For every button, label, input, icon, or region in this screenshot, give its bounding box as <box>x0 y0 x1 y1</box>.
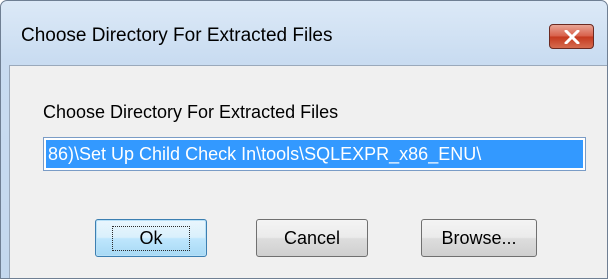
choose-directory-dialog: Choose Directory For Extracted Files Cho… <box>0 0 608 279</box>
ok-button-label: Ok <box>112 225 190 251</box>
ok-button[interactable]: Ok <box>95 219 207 257</box>
window-title: Choose Directory For Extracted Files <box>21 25 333 46</box>
directory-path-value[interactable]: 86)\Set Up Child Check In\tools\SQLEXPR_… <box>46 140 583 168</box>
title-bar[interactable]: Choose Directory For Extracted Files <box>1 1 607 65</box>
close-button[interactable] <box>549 24 594 49</box>
close-icon <box>564 29 580 44</box>
directory-label: Choose Directory For Extracted Files <box>43 102 339 122</box>
cancel-button[interactable]: Cancel <box>256 219 368 257</box>
dialog-content: Choose Directory For Extracted Files 86)… <box>9 65 607 278</box>
directory-path-input[interactable]: 86)\Set Up Child Check In\tools\SQLEXPR_… <box>43 137 586 171</box>
browse-button[interactable]: Browse... <box>421 219 537 257</box>
